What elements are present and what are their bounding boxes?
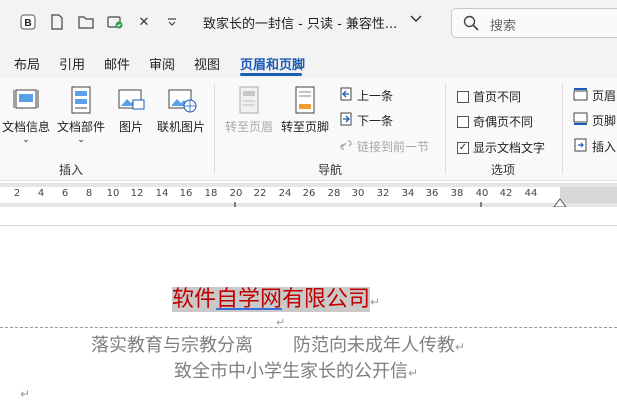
tab-view[interactable]: 视图 (194, 54, 220, 73)
svg-text:B: B (24, 18, 31, 29)
alignment-tab-icon (573, 138, 588, 155)
group-divider (214, 84, 215, 174)
goto-footer-button[interactable]: 转至页脚 (280, 84, 330, 135)
ruler-margin (560, 187, 617, 203)
active-tab-indicator (240, 73, 302, 76)
paragraph-mark: ↵ (455, 340, 466, 354)
group-label-options: 选项 (491, 163, 516, 177)
footer-position-icon (573, 112, 588, 129)
header-boundary-line (0, 327, 617, 328)
logo-icon[interactable]: B (18, 12, 38, 32)
open-folder-icon[interactable] (76, 12, 96, 32)
more-icon[interactable] (162, 12, 182, 32)
next-icon (339, 112, 353, 129)
empty-paragraph-mark: ↵ (20, 387, 31, 401)
search-box[interactable]: 搜索 (451, 8, 617, 38)
picture-button[interactable]: 图片 (113, 84, 149, 135)
tab-references[interactable]: 引用 (59, 54, 85, 73)
ruler-scale: 2 4 6 8 10 12 14 16 18 20 22 24 26 28 30… (0, 187, 560, 211)
document-parts-icon (65, 84, 97, 116)
paragraph-mark: ↵ (370, 295, 381, 309)
previous-button[interactable]: 上一条 (339, 87, 393, 104)
show-document-text-checkbox[interactable]: ✓ 显示文档文字 (457, 139, 545, 156)
cloud-sync-icon[interactable] (105, 12, 125, 32)
ribbon-panel: 文档信息 ⌄ 文档部件 ⌄ 图片 联机图片 插入 转至页眉 转至页脚 上一条 下… (0, 78, 617, 181)
goto-header-button[interactable]: 转至页眉 (224, 84, 274, 135)
paragraph-mark: ↵ (408, 366, 419, 380)
picture-icon (115, 84, 147, 116)
body-line-2[interactable]: 致全市中小学生家长的公开信↵ (174, 357, 418, 383)
tab-review[interactable]: 审阅 (149, 54, 175, 73)
link-to-previous-button[interactable]: 链接到前一节 (339, 138, 429, 155)
checkbox-unchecked[interactable] (457, 90, 469, 103)
document-parts-button[interactable]: 文档部件 ⌄ (56, 84, 106, 145)
ribbon-tabs: 布局 引用 邮件 审阅 视图 页眉和页脚 (0, 46, 617, 78)
document-title: 致家长的一封信 - 只读 - 兼容性... (203, 17, 398, 32)
dropdown-arrow-icon: ⌄ (77, 135, 85, 145)
header-position-icon (573, 87, 588, 104)
different-odd-even-checkbox[interactable]: 奇偶页不同 (457, 113, 533, 130)
checkbox-checked[interactable]: ✓ (457, 141, 469, 154)
document-canvas[interactable]: 软件自学网有限公司↵ ↵ 落实教育与宗教分离 防范向未成年人传教↵ 致全市中小学生… (0, 207, 617, 413)
tab-layout[interactable]: 布局 (14, 54, 40, 73)
insert-alignment-tab-button[interactable]: 插入 (573, 138, 616, 155)
horizontal-ruler[interactable]: 2 4 6 8 10 12 14 16 18 20 22 24 26 28 30… (0, 183, 617, 211)
goto-footer-icon (289, 84, 321, 116)
header-company-name[interactable]: 软件自学网有限公司↵ (172, 281, 380, 313)
tab-mailings[interactable]: 邮件 (104, 54, 130, 73)
different-first-page-checkbox[interactable]: 首页不同 (457, 88, 521, 105)
goto-header-icon (233, 84, 265, 116)
dropdown-arrow-icon: ⌄ (22, 135, 30, 145)
group-divider (445, 84, 446, 174)
search-icon (462, 14, 480, 36)
document-info-icon (10, 84, 42, 116)
group-divider (562, 84, 563, 174)
link-icon (339, 138, 353, 155)
online-picture-icon (165, 84, 197, 116)
group-label-insert: 插入 (59, 163, 84, 177)
header-position-control[interactable]: 页眉 (573, 87, 616, 104)
chevron-down-icon[interactable] (410, 13, 422, 27)
document-info-button[interactable]: 文档信息 ⌄ (2, 84, 50, 145)
previous-icon (339, 87, 353, 104)
group-label-navigation: 导航 (318, 163, 343, 177)
search-placeholder: 搜索 (490, 19, 517, 34)
checkbox-unchecked[interactable] (457, 115, 469, 128)
online-picture-button[interactable]: 联机图片 (155, 84, 207, 135)
footer-position-control[interactable]: 页脚 (573, 112, 616, 129)
next-button[interactable]: 下一条 (339, 112, 393, 129)
close-doc-icon[interactable]: ✕ (134, 12, 154, 32)
body-line-1[interactable]: 落实教育与宗教分离 防范向未成年人传教↵ (91, 331, 465, 357)
new-file-icon[interactable] (47, 12, 67, 32)
page-top-edge (0, 225, 617, 226)
title-bar: B ✕ 致家长的一封信 - 只读 - 兼容性... 搜索 (0, 0, 617, 46)
tab-header-footer[interactable]: 页眉和页脚 (240, 54, 305, 73)
